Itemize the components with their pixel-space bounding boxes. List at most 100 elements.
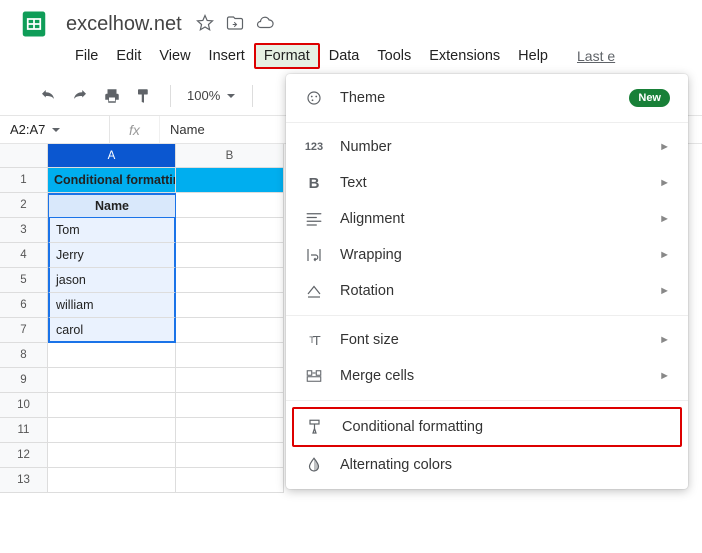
menu-format[interactable]: Format: [254, 43, 320, 69]
paint-format-icon[interactable]: [130, 82, 158, 110]
rotation-icon: [304, 281, 324, 301]
row-header[interactable]: 8: [0, 343, 48, 368]
alternating-colors-icon: [304, 455, 324, 475]
menu-rotation[interactable]: Rotation ►: [286, 273, 688, 309]
move-folder-icon[interactable]: [226, 14, 244, 35]
cell[interactable]: [48, 343, 176, 368]
menu-alignment-label: Alignment: [340, 211, 643, 227]
select-all-corner[interactable]: [0, 144, 48, 168]
menu-alignment[interactable]: Alignment ►: [286, 201, 688, 237]
submenu-arrow-icon: ►: [659, 141, 670, 153]
submenu-arrow-icon: ►: [659, 177, 670, 189]
theme-icon: [304, 88, 324, 108]
name-box[interactable]: A2:A7: [0, 116, 110, 143]
row-header[interactable]: 10: [0, 393, 48, 418]
last-edit-link[interactable]: Last e: [577, 48, 615, 64]
menu-insert[interactable]: Insert: [200, 44, 254, 68]
row-header[interactable]: 2: [0, 193, 48, 218]
menu-number[interactable]: 123 Number ►: [286, 129, 688, 165]
zoom-select[interactable]: 100%: [183, 88, 240, 103]
redo-icon[interactable]: [66, 82, 94, 110]
menu-mergecells[interactable]: Merge cells ►: [286, 358, 688, 394]
row-header[interactable]: 9: [0, 368, 48, 393]
menu-tools[interactable]: Tools: [368, 44, 420, 68]
menu-fontsize[interactable]: TT Font size ►: [286, 322, 688, 358]
menu-mergecells-label: Merge cells: [340, 368, 643, 384]
cell[interactable]: [176, 343, 284, 368]
menu-conditional-formatting[interactable]: Conditional formatting: [294, 409, 680, 445]
cell[interactable]: Name: [48, 193, 176, 218]
row-header[interactable]: 4: [0, 243, 48, 268]
submenu-arrow-icon: ►: [659, 370, 670, 382]
cell[interactable]: [176, 368, 284, 393]
formula-input[interactable]: Name: [160, 122, 205, 137]
cell[interactable]: william: [48, 293, 176, 318]
new-badge: New: [629, 89, 670, 107]
print-icon[interactable]: [98, 82, 126, 110]
number-icon: 123: [304, 137, 324, 157]
document-title[interactable]: excelhow.net: [66, 13, 182, 36]
menu-text[interactable]: B Text ►: [286, 165, 688, 201]
undo-icon[interactable]: [34, 82, 62, 110]
row-header[interactable]: 3: [0, 218, 48, 243]
row-header[interactable]: 7: [0, 318, 48, 343]
cell[interactable]: [176, 468, 284, 493]
row-header[interactable]: 11: [0, 418, 48, 443]
cell[interactable]: [176, 268, 284, 293]
cell[interactable]: [176, 168, 284, 193]
menu-data[interactable]: Data: [320, 44, 369, 68]
menu-extensions[interactable]: Extensions: [420, 44, 509, 68]
menu-separator: [286, 122, 688, 123]
wrapping-icon: [304, 245, 324, 265]
cell[interactable]: [176, 443, 284, 468]
merge-icon: [304, 366, 324, 386]
cell[interactable]: carol: [48, 318, 176, 343]
menu-separator: [286, 400, 688, 401]
cell[interactable]: [48, 368, 176, 393]
tutorial-highlight: Conditional formatting: [292, 407, 682, 447]
menu-alternating-label: Alternating colors: [340, 457, 670, 473]
row-header[interactable]: 12: [0, 443, 48, 468]
menu-help[interactable]: Help: [509, 44, 557, 68]
submenu-arrow-icon: ►: [659, 249, 670, 261]
sheets-logo-icon[interactable]: [18, 4, 50, 44]
row-header[interactable]: 13: [0, 468, 48, 493]
menu-theme[interactable]: Theme New: [286, 80, 688, 116]
cell[interactable]: [176, 318, 284, 343]
cell[interactable]: Tom: [48, 218, 176, 243]
cell[interactable]: [48, 468, 176, 493]
cell[interactable]: jason: [48, 268, 176, 293]
menu-edit[interactable]: Edit: [107, 44, 150, 68]
submenu-arrow-icon: ►: [659, 285, 670, 297]
cell[interactable]: Conditional formatting based o: [48, 168, 176, 193]
cell[interactable]: [176, 418, 284, 443]
col-header-b[interactable]: B: [176, 144, 284, 168]
cell[interactable]: [176, 393, 284, 418]
row-header[interactable]: 1: [0, 168, 48, 193]
menu-alternating-colors[interactable]: Alternating colors: [286, 447, 688, 483]
cloud-status-icon[interactable]: [256, 14, 274, 35]
cell[interactable]: [48, 393, 176, 418]
row-header[interactable]: 6: [0, 293, 48, 318]
fontsize-icon: TT: [304, 330, 324, 350]
cell[interactable]: [176, 243, 284, 268]
col-header-a[interactable]: A: [48, 144, 176, 168]
cell[interactable]: [176, 218, 284, 243]
cell[interactable]: [48, 443, 176, 468]
star-icon[interactable]: [196, 14, 214, 35]
submenu-arrow-icon: ►: [659, 213, 670, 225]
cell[interactable]: Jerry: [48, 243, 176, 268]
row-header[interactable]: 5: [0, 268, 48, 293]
cell[interactable]: [176, 193, 284, 218]
menu-view[interactable]: View: [150, 44, 199, 68]
cell[interactable]: [176, 293, 284, 318]
menu-fontsize-label: Font size: [340, 332, 643, 348]
cell[interactable]: [48, 418, 176, 443]
title-bar: excelhow.net: [0, 0, 702, 40]
menu-bar: File Edit View Insert Format Data Tools …: [0, 40, 702, 72]
menu-file[interactable]: File: [66, 44, 107, 68]
menu-wrapping[interactable]: Wrapping ►: [286, 237, 688, 273]
menu-number-label: Number: [340, 139, 643, 155]
fx-label: fx: [110, 116, 160, 143]
bold-icon: B: [304, 173, 324, 193]
